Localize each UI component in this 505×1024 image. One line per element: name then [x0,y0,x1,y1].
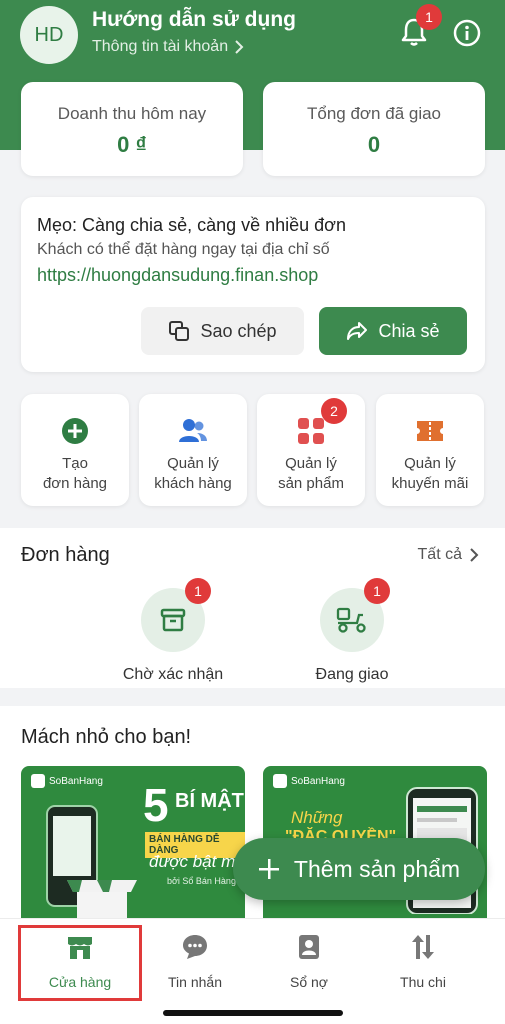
banner-brand: SoBanHang [291,775,345,787]
archive-box-icon [160,608,186,632]
user-name[interactable]: Hướng dẫn sử dụng [92,8,296,32]
banner-logo: SoBanHang [273,774,345,788]
account-info-link[interactable]: Thông tin tài khoản [92,38,244,56]
store-icon [68,937,92,959]
tip-description: Khách có thể đặt hàng ngay tại địa chỉ s… [37,241,330,258]
users-icon [179,419,207,442]
product-management-tile[interactable]: 2 Quản lý sản phẩm [257,394,365,506]
grid-icon [298,418,324,444]
tips-title: Mách nhỏ cho bạn! [21,726,192,748]
delivered-label: Tổng đơn đã giao [306,104,442,123]
create-order-tile[interactable]: Tạo đơn hàng [21,394,129,506]
copy-button[interactable]: Sao chép [141,307,304,355]
see-all-orders-link[interactable]: Tất cả [418,546,479,564]
up-down-arrows-icon [412,935,434,959]
action-line1: Quản lý [167,455,219,472]
copy-icon [169,321,190,341]
bottom-tab-bar: Cửa hàng Tin nhắn Sổ nợ Thu chi [0,918,505,1024]
tab-label: Tin nhắn [168,974,222,990]
share-button[interactable]: Chia sẻ [319,307,467,355]
chevron-right-icon [470,548,479,562]
chat-bubble-icon [183,935,207,959]
product-badge: 2 [321,398,347,424]
order-count-badge: 1 [364,578,390,604]
notification-badge: 1 [416,4,442,30]
order-status-circle: 1 [320,578,390,652]
phone-storefront-illustration [46,805,137,918]
action-line1: Quản lý [404,455,456,472]
avatar[interactable]: HD [20,6,78,64]
pending-confirmation-orders[interactable]: 1 Chờ xác nhận [103,578,243,684]
info-icon[interactable] [452,18,482,48]
tab-messages[interactable]: Tin nhắn [140,933,250,990]
order-count-badge: 1 [185,578,211,604]
banner2-script: Những [291,808,343,827]
delivered-value: 0 [367,132,381,157]
revenue-label: Doanh thu hôm nay [57,104,207,123]
tab-store[interactable]: Cửa hàng [25,933,135,990]
revenue-card[interactable]: Doanh thu hôm nay 0 ₫ [21,82,243,176]
customer-management-tile[interactable]: Quản lý khách hàng [139,394,247,506]
tab-label: Cửa hàng [48,974,112,990]
action-line1: Tạo [62,455,88,472]
plus-circle-icon [62,418,88,444]
banner-big-number: 5 [143,779,169,831]
tab-label: Thu chi [400,974,446,990]
home-indicator [163,1010,343,1016]
promotion-management-tile[interactable]: Quản lý khuyến mãi [376,394,484,506]
chevron-right-icon [235,40,244,54]
action-line2: khách hàng [154,475,232,492]
ledger-contact-icon [299,935,319,959]
share-tip-card: Mẹo: Càng chia sẻ, càng về nhiều đơn Khá… [21,197,485,372]
delivering-orders[interactable]: 1 Đang giao [282,578,422,684]
order-status-label: Đang giao [315,666,389,683]
delivered-orders-card[interactable]: Tổng đơn đã giao 0 [263,82,485,176]
banner-headline: BÍ MẬT [175,790,244,812]
revenue-value: 0 ₫ [117,132,147,157]
add-product-label: Thêm sản phẩm [293,855,461,882]
tab-debt-book[interactable]: Sổ nợ [254,933,364,990]
banner-byline: bởi Sổ Bán Hàng [167,876,236,886]
tab-income-expense[interactable]: Thu chi [368,933,478,990]
action-line2: sản phẩm [278,475,344,492]
share-arrow-icon [347,322,368,340]
see-all-label: Tất cả [417,546,462,563]
plus-icon [258,859,279,879]
banner-brand: SoBanHang [49,775,103,787]
account-info-label: Thông tin tài khoản [92,38,229,55]
add-product-button[interactable]: Thêm sản phẩm [233,838,485,900]
action-line2: khuyến mãi [391,475,469,492]
tip-title: Mẹo: Càng chia sẻ, càng về nhiều đơn [37,215,346,235]
voucher-icon [417,421,443,441]
copy-label: Sao chép [200,320,277,341]
action-line1: Quản lý [285,455,337,472]
delivery-scooter-icon [336,607,366,633]
tab-label: Sổ nợ [290,974,328,990]
tips-banner-secrets[interactable]: SoBanHang 5 BÍ MẬT BÁN HÀNG DỄ DÀNG được… [21,766,245,918]
banner-logo: SoBanHang [31,774,103,788]
share-label: Chia sẻ [378,320,440,341]
order-status-label: Chờ xác nhận [122,666,224,683]
order-status-circle: 1 [141,578,211,652]
banner-script: được bật mí [149,852,240,871]
orders-title: Đơn hàng [21,544,110,566]
action-line2: đơn hàng [42,475,108,492]
orders-section: Đơn hàng Tất cả 1 Chờ xác nhận 1 Đang gi… [0,528,505,688]
shop-link[interactable]: https://huongdansudung.finan.shop [37,265,318,286]
